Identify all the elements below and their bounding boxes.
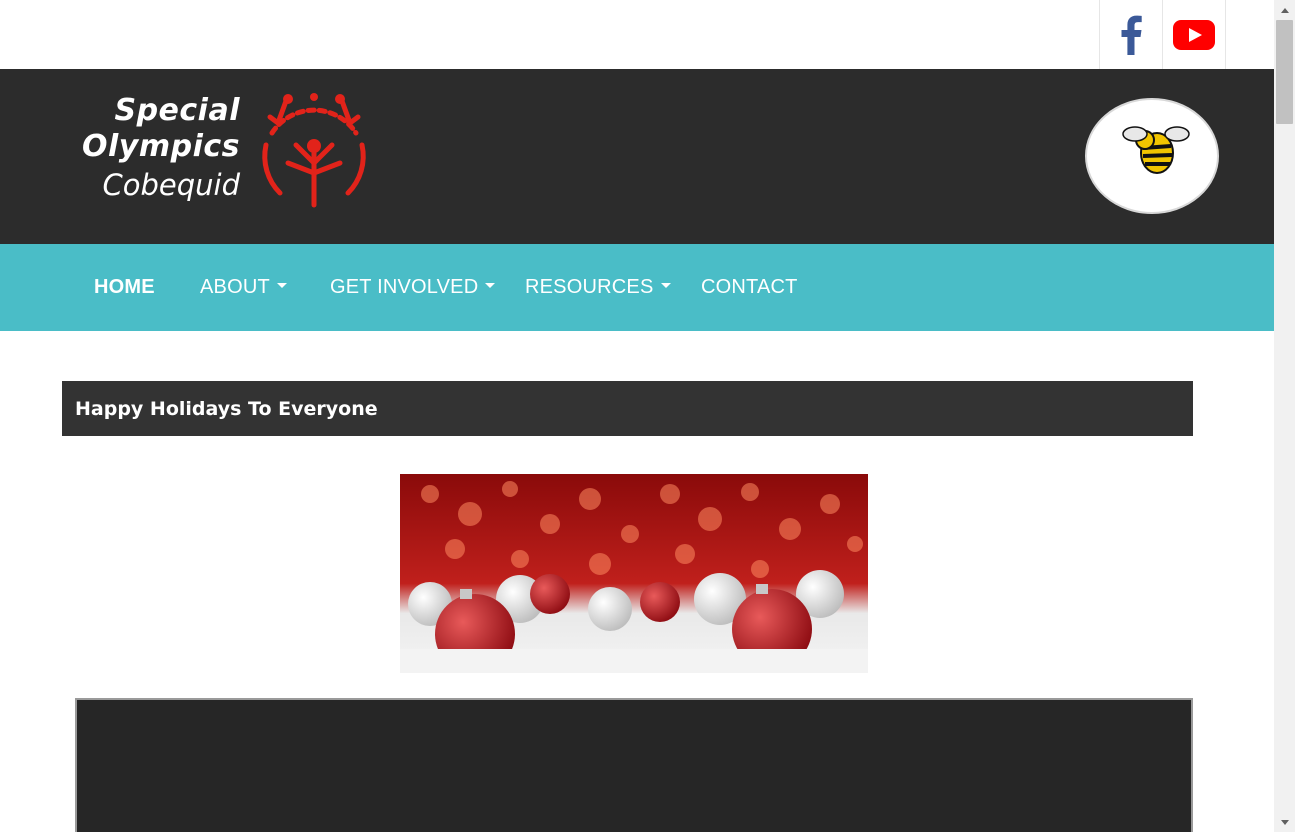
- caret-down-icon: [485, 283, 496, 289]
- social-bar: [0, 0, 1274, 69]
- youtube-icon: [1173, 19, 1215, 50]
- nav-about-label: ABOUT: [200, 276, 270, 298]
- nav-resources-label: RESOURCES: [525, 276, 654, 298]
- facebook-link[interactable]: [1099, 0, 1161, 69]
- main-nav: HOME ABOUT GET INVOLVED RESOURCES CONTAC…: [0, 244, 1274, 331]
- hornet-mascot-icon: [1085, 98, 1219, 214]
- logo-text: Special Olympics Cobequid: [55, 93, 240, 205]
- caret-down-icon: [660, 283, 671, 289]
- nav-get-involved-label: GET INVOLVED: [330, 276, 479, 298]
- page-scrollbar[interactable]: [1274, 0, 1295, 832]
- scroll-down-button[interactable]: [1274, 812, 1295, 832]
- facebook-icon: [1121, 15, 1142, 55]
- nav-home[interactable]: HOME: [94, 244, 155, 331]
- site-header: Special Olympics Cobequid: [0, 69, 1274, 244]
- embedded-video[interactable]: [75, 698, 1193, 832]
- special-olympics-mark-icon: [262, 93, 366, 208]
- scrollbar-thumb[interactable]: [1276, 20, 1293, 124]
- ornaments-picture: [400, 474, 868, 673]
- holiday-ornaments-image: [400, 474, 868, 673]
- special-olympics-logo[interactable]: Special Olympics Cobequid: [55, 93, 375, 218]
- page: Special Olympics Cobequid HOME ABOUT GET…: [0, 0, 1274, 832]
- nav-about[interactable]: ABOUT: [200, 244, 287, 331]
- cobequid-hornets-logo: [1085, 98, 1220, 214]
- logo-line-cobequid: Cobequid: [102, 168, 241, 202]
- nav-resources[interactable]: RESOURCES: [525, 244, 671, 331]
- arrow-up-icon: [1280, 7, 1289, 13]
- caret-down-icon: [276, 283, 287, 289]
- scroll-up-button[interactable]: [1274, 0, 1295, 20]
- youtube-link[interactable]: [1162, 0, 1226, 69]
- nav-home-label: HOME: [94, 276, 155, 298]
- logo-line-special: Special: [114, 93, 240, 128]
- arrow-down-icon: [1280, 819, 1289, 825]
- nav-contact-label: CONTACT: [701, 276, 798, 298]
- post-title-bar: Happy Holidays To Everyone: [62, 381, 1193, 436]
- nav-contact[interactable]: CONTACT: [701, 244, 798, 331]
- nav-get-involved[interactable]: GET INVOLVED: [330, 244, 496, 331]
- post-title: Happy Holidays To Everyone: [75, 398, 378, 420]
- logo-line-olympics: Olympics: [82, 129, 240, 164]
